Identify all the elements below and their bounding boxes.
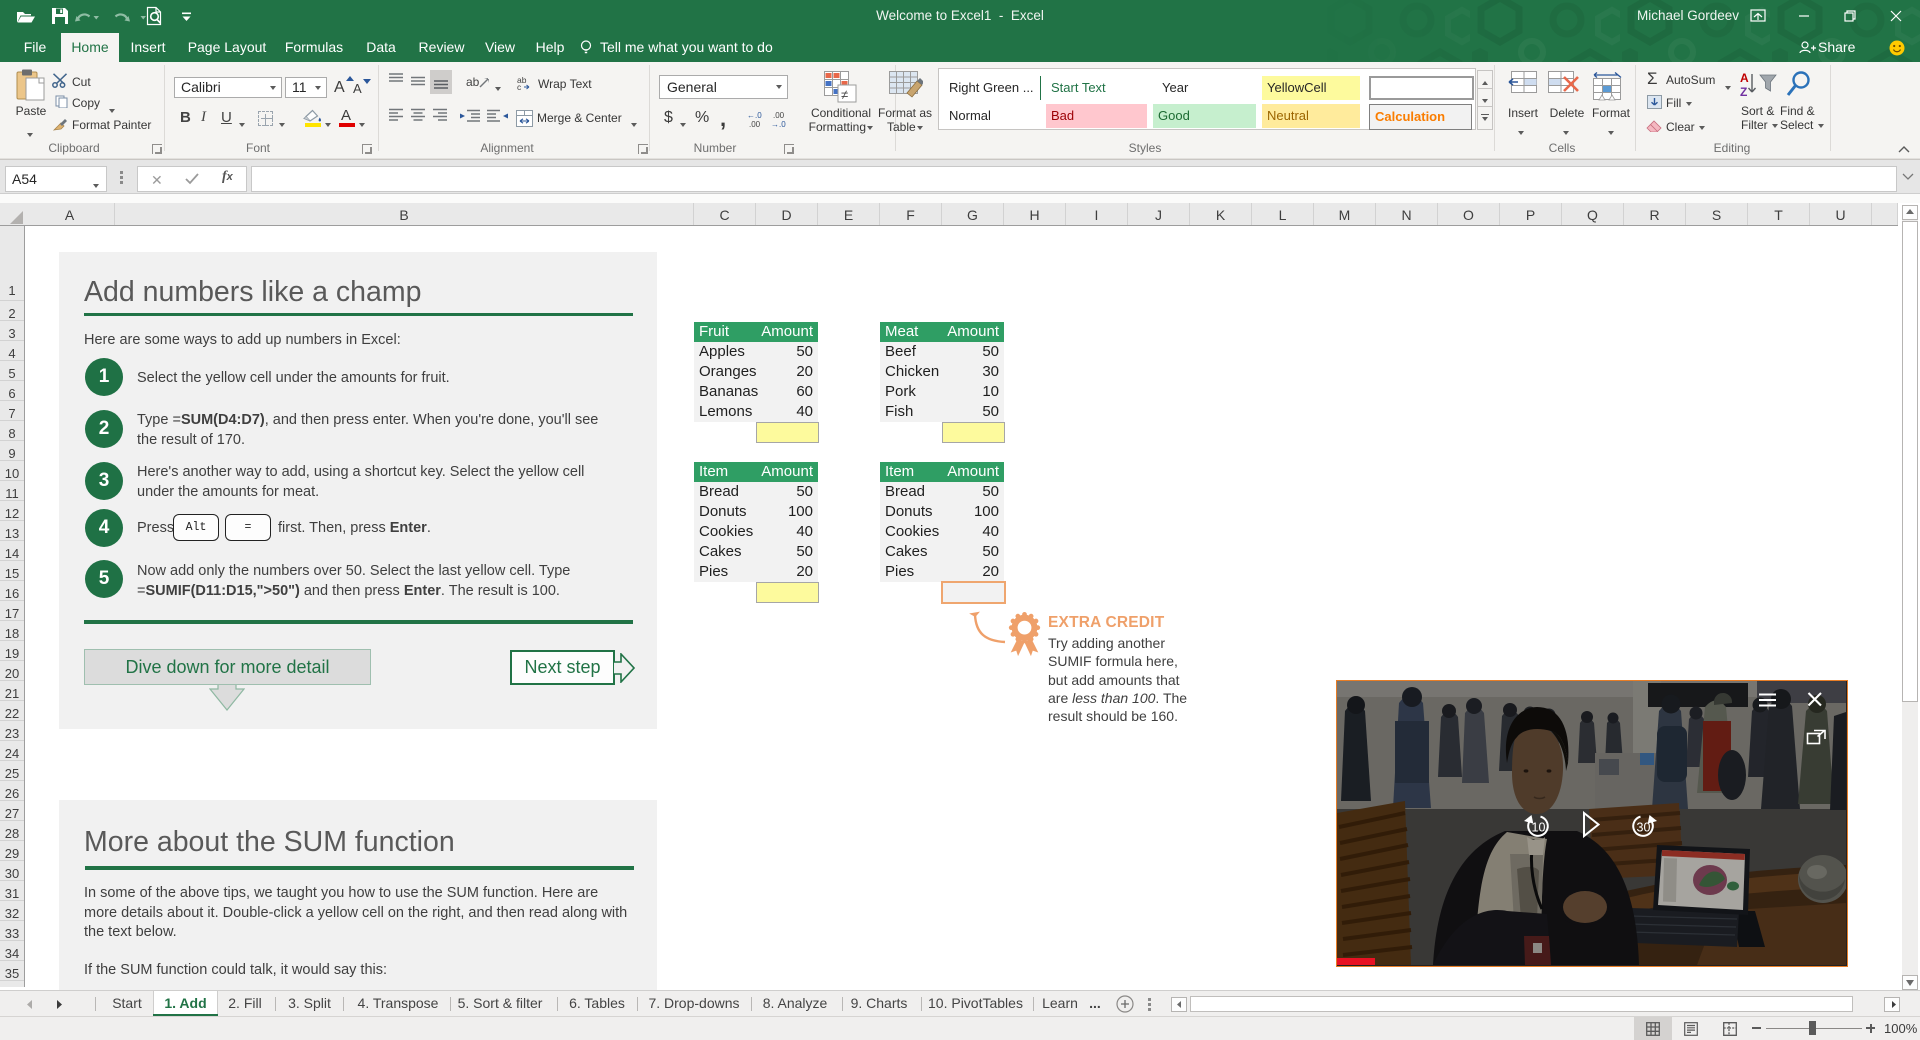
svg-text:≠: ≠ (841, 87, 848, 102)
svg-text:.00: .00 (749, 120, 761, 129)
svg-text:10: 10 (1532, 821, 1546, 835)
svg-text:ab: ab (466, 75, 480, 89)
svg-text:.00: .00 (773, 111, 785, 120)
svg-text:←.0: ←.0 (747, 111, 762, 120)
svg-text:Z: Z (1740, 85, 1747, 98)
svg-text:30: 30 (1637, 821, 1651, 835)
svg-text:A: A (1740, 71, 1749, 85)
svg-text:→.0: →.0 (771, 120, 786, 129)
